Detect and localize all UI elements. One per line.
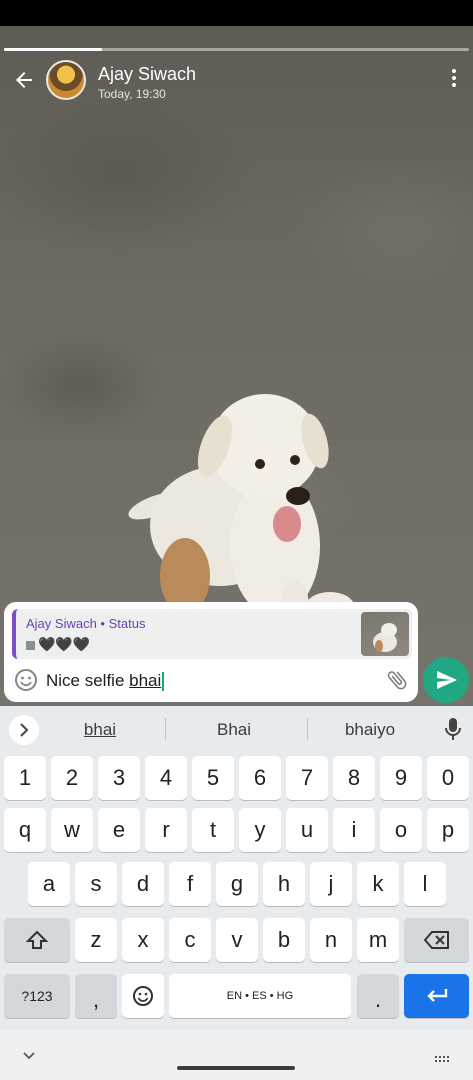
key-q[interactable]: q: [4, 808, 46, 852]
quoted-status-caption: 🖤🖤🖤: [26, 636, 90, 653]
smiley-icon: [15, 669, 37, 691]
key-s[interactable]: s: [75, 862, 117, 906]
key-2[interactable]: 2: [51, 756, 93, 800]
keyboard-icon: [435, 1056, 449, 1062]
key-0[interactable]: 0: [427, 756, 469, 800]
suggestion-1[interactable]: bhai: [62, 720, 138, 740]
message-input[interactable]: Nice selfie bhai: [46, 667, 376, 695]
key-9[interactable]: 9: [380, 756, 422, 800]
status-timestamp: Today, 19:30: [98, 87, 166, 101]
chevron-down-icon: [23, 1052, 35, 1060]
home-gesture-handle[interactable]: [177, 1066, 295, 1070]
key-x[interactable]: x: [122, 918, 164, 962]
arrow-left-icon: [16, 72, 32, 88]
space-bar[interactable]: EN • ES • HG: [169, 974, 351, 1018]
suggestion-3[interactable]: bhaiyo: [330, 720, 410, 740]
story-progress-fill: [4, 48, 102, 51]
comma-key[interactable]: ,: [75, 974, 117, 1018]
key-t[interactable]: t: [192, 808, 234, 852]
shift-key[interactable]: [4, 918, 70, 962]
attach-button[interactable]: [385, 668, 409, 692]
key-1[interactable]: 1: [4, 756, 46, 800]
key-p[interactable]: p: [427, 808, 469, 852]
key-a[interactable]: a: [28, 862, 70, 906]
image-thumbnail-icon: [26, 640, 35, 650]
chevron-right-icon: [20, 723, 29, 737]
key-n[interactable]: n: [310, 918, 352, 962]
key-d[interactable]: d: [122, 862, 164, 906]
text-cursor: [162, 672, 165, 692]
keyboard-switch-button[interactable]: [434, 1052, 452, 1062]
message-text: Nice selfie: [46, 671, 130, 690]
suggestion-strip: bhai Bhai bhaiyo: [0, 706, 473, 750]
key-4[interactable]: 4: [145, 756, 187, 800]
key-m[interactable]: m: [357, 918, 399, 962]
key-f[interactable]: f: [169, 862, 211, 906]
key-r[interactable]: r: [145, 808, 187, 852]
system-navigation-bar: [0, 1030, 473, 1080]
back-button[interactable]: [10, 66, 38, 94]
key-z[interactable]: z: [75, 918, 117, 962]
key-6[interactable]: 6: [239, 756, 281, 800]
key-b[interactable]: b: [263, 918, 305, 962]
avatar[interactable]: [46, 60, 86, 100]
key-o[interactable]: o: [380, 808, 422, 852]
key-u[interactable]: u: [286, 808, 328, 852]
key-j[interactable]: j: [310, 862, 352, 906]
key-g[interactable]: g: [216, 862, 258, 906]
contact-name[interactable]: Ajay Siwach: [98, 64, 196, 85]
shift-icon: [25, 930, 49, 949]
story-progress-track: [4, 48, 469, 51]
period-key[interactable]: .: [357, 974, 399, 1018]
send-button[interactable]: [423, 657, 469, 703]
backspace-icon: [423, 931, 449, 949]
key-k[interactable]: k: [357, 862, 399, 906]
quoted-status-thumbnail: [361, 612, 409, 656]
key-w[interactable]: w: [51, 808, 93, 852]
paperclip-icon: [387, 671, 407, 690]
emoji-key[interactable]: [122, 974, 164, 1018]
key-8[interactable]: 8: [333, 756, 375, 800]
puppy-photo: [128, 394, 354, 632]
quoted-status-preview[interactable]: Ajay Siwach • Status 🖤🖤🖤: [12, 609, 412, 659]
key-7[interactable]: 7: [286, 756, 328, 800]
send-icon: [437, 671, 457, 689]
suggestion-divider: [165, 718, 166, 740]
expand-toolbar-button[interactable]: [9, 715, 39, 745]
menu-button[interactable]: [449, 68, 459, 92]
key-l[interactable]: l: [404, 862, 446, 906]
microphone-icon: [445, 718, 461, 740]
key-e[interactable]: e: [98, 808, 140, 852]
key-3[interactable]: 3: [98, 756, 140, 800]
keyboard: bhai Bhai bhaiyo 1 2 3 4 5 6 7 8 9 0 q w…: [0, 706, 473, 1080]
more-vertical-icon: [452, 69, 456, 87]
message-current-word: bhai: [129, 671, 162, 690]
key-v[interactable]: v: [216, 918, 258, 962]
smiley-icon: [133, 986, 153, 1006]
enter-icon: [426, 989, 447, 1002]
suggestion-2[interactable]: Bhai: [196, 720, 272, 740]
key-5[interactable]: 5: [192, 756, 234, 800]
key-h[interactable]: h: [263, 862, 305, 906]
status-bar: [0, 0, 473, 26]
key-y[interactable]: y: [239, 808, 281, 852]
backspace-key[interactable]: [404, 918, 469, 962]
key-i[interactable]: i: [333, 808, 375, 852]
suggestion-divider: [307, 718, 308, 740]
hide-keyboard-button[interactable]: [22, 1050, 36, 1060]
symbols-key[interactable]: ?123: [4, 974, 70, 1018]
emoji-button[interactable]: [14, 668, 38, 692]
key-c[interactable]: c: [169, 918, 211, 962]
reply-composer: Ajay Siwach • Status 🖤🖤🖤 Nice selfie bha…: [4, 602, 418, 702]
enter-key[interactable]: [404, 974, 469, 1018]
voice-input-button[interactable]: [441, 716, 465, 742]
quoted-status-title: Ajay Siwach • Status: [26, 616, 146, 631]
